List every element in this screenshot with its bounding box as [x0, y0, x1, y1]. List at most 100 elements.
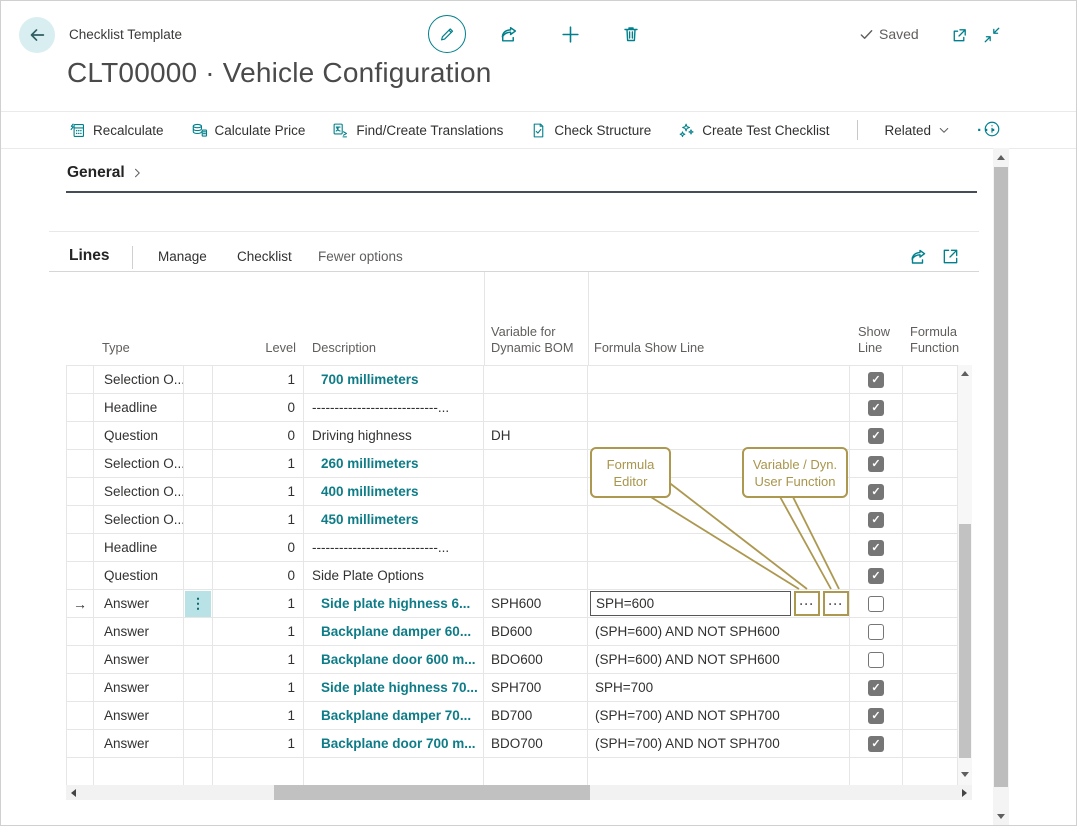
type-cell[interactable]: Question [94, 422, 184, 449]
row-selector-cell[interactable] [67, 478, 94, 505]
formula-show-line-cell[interactable]: (SPH=600) AND NOT SPH600 [588, 618, 850, 645]
column-header-level[interactable]: Level [213, 340, 296, 356]
tab-checklist[interactable]: Checklist [237, 249, 292, 264]
scroll-down-arrow[interactable] [961, 772, 969, 777]
description-cell[interactable]: 260 millimeters [304, 450, 484, 477]
show-line-checkbox-checked[interactable]: ✓ [868, 484, 884, 500]
show-line-cell[interactable]: ✓ [850, 422, 903, 449]
type-cell[interactable]: Answer [94, 674, 184, 701]
scroll-down-arrow[interactable] [997, 814, 1005, 819]
page-vertical-scrollbar[interactable] [993, 148, 1009, 826]
row-menu-button[interactable]: ⋮ [185, 591, 211, 617]
formula-function-cell[interactable] [903, 478, 958, 505]
show-line-cell[interactable]: ✓ [850, 534, 903, 561]
row-selector-cell[interactable] [67, 394, 94, 421]
level-cell[interactable]: 1 [213, 646, 304, 673]
description-cell[interactable]: Side Plate Options [304, 562, 484, 589]
row-menu-cell[interactable] [184, 758, 213, 785]
description-cell[interactable]: Driving highness [304, 422, 484, 449]
share-button[interactable] [498, 24, 519, 45]
row-menu-cell[interactable] [184, 450, 213, 477]
formula-function-cell[interactable] [903, 646, 958, 673]
variable-cell[interactable]: DH [484, 422, 588, 449]
type-cell[interactable]: Selection O... [94, 366, 184, 393]
show-line-checkbox-checked[interactable]: ✓ [868, 400, 884, 416]
variable-cell[interactable] [484, 562, 588, 589]
info-button[interactable] [983, 120, 1001, 138]
show-line-cell[interactable] [850, 646, 903, 673]
table-vertical-scrollbar-thumb[interactable] [959, 524, 971, 758]
row-menu-cell[interactable] [184, 394, 213, 421]
level-cell[interactable]: 1 [213, 702, 304, 729]
row-selector-cell[interactable] [67, 366, 94, 393]
formula-show-line-input[interactable] [590, 591, 791, 616]
action-find-create-translations[interactable]: Find/Create Translations [332, 122, 503, 139]
column-header-formula-show-line[interactable]: Formula Show Line [594, 340, 704, 356]
formula-show-line-cell[interactable]: (SPH=600) AND NOT SPH600 [588, 646, 850, 673]
row-menu-cell[interactable] [184, 562, 213, 589]
level-cell[interactable]: 0 [213, 562, 304, 589]
row-selector-cell[interactable]: → [67, 590, 94, 617]
show-line-cell[interactable]: ✓ [850, 702, 903, 729]
row-selector-cell[interactable] [67, 506, 94, 533]
show-line-cell[interactable] [850, 618, 903, 645]
show-line-checkbox-checked[interactable]: ✓ [868, 428, 884, 444]
level-cell[interactable]: 1 [213, 590, 304, 617]
type-cell[interactable]: Answer [94, 590, 184, 617]
show-line-checkbox-checked[interactable]: ✓ [868, 540, 884, 556]
description-cell[interactable]: 450 millimeters [304, 506, 484, 533]
type-cell[interactable]: Answer [94, 730, 184, 757]
row-selector-cell[interactable] [67, 450, 94, 477]
show-line-cell[interactable]: ✓ [850, 562, 903, 589]
description-cell[interactable]: Backplane door 600 m... [304, 646, 484, 673]
scroll-up-arrow[interactable] [961, 371, 969, 376]
variable-cell[interactable]: BD600 [484, 618, 588, 645]
type-cell[interactable] [94, 758, 184, 785]
column-header-type[interactable]: Type [102, 340, 130, 356]
popout-button[interactable] [950, 26, 969, 45]
page-vertical-scrollbar-thumb[interactable] [994, 167, 1008, 787]
description-cell[interactable]: 700 millimeters [304, 366, 484, 393]
level-cell[interactable]: 0 [213, 422, 304, 449]
formula-show-line-cell[interactable] [588, 506, 850, 533]
formula-function-cell[interactable] [903, 534, 958, 561]
show-line-checkbox-checked[interactable]: ✓ [868, 680, 884, 696]
level-cell[interactable]: 1 [213, 506, 304, 533]
row-menu-cell[interactable] [184, 646, 213, 673]
row-menu-cell[interactable] [184, 618, 213, 645]
variable-dyn-user-function-assist-button[interactable]: ··· [823, 591, 849, 616]
tab-fewer-options[interactable]: Fewer options [318, 249, 403, 264]
formula-function-cell[interactable] [903, 422, 958, 449]
level-cell[interactable]: 0 [213, 394, 304, 421]
row-selector-cell[interactable] [67, 758, 94, 785]
formula-show-line-cell[interactable]: ······ [588, 590, 850, 617]
tab-manage[interactable]: Manage [158, 249, 207, 264]
show-line-checkbox-unchecked[interactable] [868, 652, 884, 668]
variable-cell[interactable] [484, 534, 588, 561]
show-line-cell[interactable] [850, 590, 903, 617]
scroll-left-arrow[interactable] [71, 789, 76, 797]
show-line-cell[interactable] [850, 758, 903, 785]
type-cell[interactable]: Answer [94, 618, 184, 645]
formula-function-cell[interactable] [903, 394, 958, 421]
delete-button[interactable] [621, 24, 641, 44]
table-horizontal-scrollbar-thumb[interactable] [274, 785, 590, 800]
formula-function-cell[interactable] [903, 506, 958, 533]
show-line-cell[interactable]: ✓ [850, 394, 903, 421]
description-cell[interactable]: Side plate highness 70... [304, 674, 484, 701]
type-cell[interactable]: Answer [94, 702, 184, 729]
description-cell[interactable]: 400 millimeters [304, 478, 484, 505]
row-menu-cell[interactable] [184, 422, 213, 449]
type-cell[interactable]: Question [94, 562, 184, 589]
show-line-checkbox-checked[interactable]: ✓ [868, 736, 884, 752]
type-cell[interactable]: Headline [94, 534, 184, 561]
description-cell[interactable]: Backplane door 700 m... [304, 730, 484, 757]
row-selector-cell[interactable] [67, 646, 94, 673]
lines-focus-mode-button[interactable] [941, 247, 960, 266]
show-line-checkbox-checked[interactable]: ✓ [868, 372, 884, 388]
formula-show-line-cell[interactable] [588, 394, 850, 421]
row-menu-cell[interactable] [184, 534, 213, 561]
show-line-checkbox-checked[interactable]: ✓ [868, 568, 884, 584]
formula-show-line-cell[interactable] [588, 758, 850, 785]
variable-cell[interactable]: SPH600 [484, 590, 588, 617]
